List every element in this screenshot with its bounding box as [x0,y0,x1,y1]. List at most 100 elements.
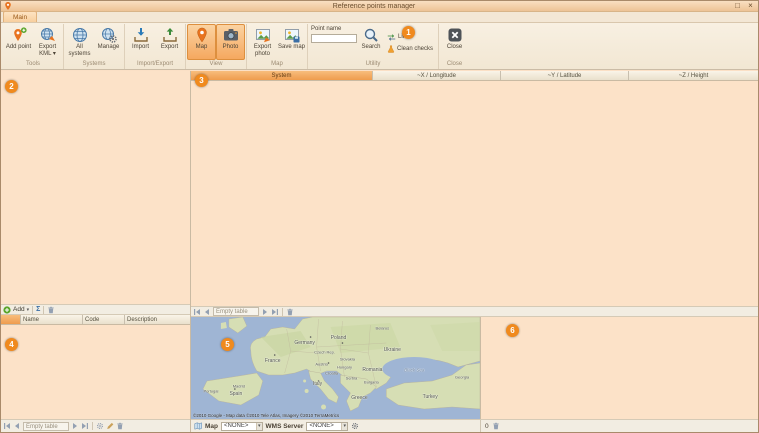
next-page-icon[interactable] [71,422,79,430]
map-view-icon [194,27,210,43]
add-point-button[interactable]: Add point [4,24,33,60]
ribbon-group-tools: Add point Export KML ▾ Tools [3,24,64,69]
header-z-height[interactable]: ~Z / Height [629,71,758,80]
map-view[interactable]: GermanyPolandBelarusUkraineCzech Rep.Slo… [191,317,481,419]
photo-panel[interactable] [481,317,758,419]
points-header-name[interactable]: Name [21,315,83,324]
ribbon-group-tools-label: Tools [4,60,62,69]
combo-arrow-icon: ▾ [341,423,347,430]
first-page-icon[interactable] [3,422,11,430]
ribbon-group-systems: All systems Manage Systems [64,24,125,69]
map-label: Spain [229,391,242,397]
prev-page-icon[interactable] [203,308,211,316]
save-map-label: Save map [278,44,305,51]
settings-icon[interactable] [96,422,104,430]
clean-checks-icon [387,45,395,53]
delete-photo-icon[interactable] [492,422,500,430]
close-window-button[interactable]: × [746,1,755,11]
toolbar-separator [43,306,44,314]
all-systems-label: All systems [66,44,93,57]
wms-select[interactable]: <NONE> ▾ [306,422,348,431]
export-photo-label: Export photo [249,44,276,57]
points-table-header: Name Code Description [1,315,190,325]
map-label: Georgia [455,375,469,380]
point-name-label: Point name [311,26,357,32]
map-labels: GermanyPolandBelarusUkraineCzech Rep.Slo… [191,317,480,419]
ribbon-group-utility-body: Point name Search [309,24,437,60]
add-group-button[interactable]: Add [13,306,25,313]
ribbon-group-tools-body: Add point Export KML ▾ [4,24,62,60]
first-page-icon[interactable] [193,308,201,316]
groups-tree-panel[interactable] [1,71,190,304]
edit-icon[interactable] [106,422,114,430]
manage-systems-label: Manage [98,44,120,51]
wms-select-value: <NONE> [307,423,341,429]
map-icon [194,422,202,430]
ribbon-group-systems-body: All systems Manage [65,24,123,60]
all-systems-button[interactable]: All systems [65,24,94,60]
import-icon [133,27,149,43]
map-select[interactable]: <NONE> ▾ [221,422,263,431]
export-kml-button[interactable]: Export KML ▾ [33,24,62,60]
add-point-label: Add point [6,44,31,51]
map-label: Austria [315,362,327,367]
search-button[interactable]: Search [359,24,383,60]
save-map-icon [284,27,300,43]
header-y-latitude[interactable]: ~Y / Latitude [501,71,629,80]
map-label: Romania [362,367,382,373]
header-system[interactable]: System [191,71,373,80]
export-photo-button[interactable]: Export photo [248,24,277,60]
delete-icon[interactable] [116,422,124,430]
point-name-field-group: Point name [309,24,359,60]
map-label: Ukraine [384,347,401,353]
delete-group-icon[interactable] [47,306,55,314]
points-header-selector[interactable] [1,315,21,324]
export-kml-icon [40,27,56,43]
point-name-input[interactable] [311,34,357,43]
bottom-bar: Map <NONE> ▾ WMS Server <NONE> ▾ [191,419,758,432]
export-button[interactable]: Export [155,24,184,60]
ribbon-group-systems-label: Systems [65,60,123,69]
coordinates-pager-status: Empty table [213,307,259,316]
import-label: Import [132,44,149,51]
map-label: Madrid [233,384,245,389]
manage-systems-icon [101,27,117,43]
clean-checks-button[interactable]: Clean checks [385,43,435,55]
ribbon-group-view: Map Photo View [186,24,247,69]
points-table-body[interactable] [1,325,190,419]
close-button[interactable]: Close [440,24,469,60]
photo-view-label: Photo [223,44,239,51]
map-label: Turkey [423,394,438,400]
tab-main[interactable]: Main [3,11,37,22]
add-icon[interactable] [3,306,11,314]
ribbon-group-close-body: Close [440,24,469,60]
ribbon-group-import-export-label: Import/Export [126,60,184,69]
photo-status-bar: 0 [481,422,504,430]
sum-button[interactable]: Σ [36,305,40,314]
delete-icon[interactable] [286,308,294,316]
restore-button[interactable]: □ [733,1,742,11]
annotation-badge: 3 [195,74,208,87]
header-x-longitude[interactable]: ~X / Longitude [373,71,501,80]
manage-systems-button[interactable]: Manage [94,24,123,60]
points-header-code[interactable]: Code [83,315,125,324]
points-header-description[interactable]: Description [125,315,190,324]
map-label: Slovakia [340,357,355,362]
annotation-badge: 6 [506,324,519,337]
map-settings-icon[interactable] [351,422,359,430]
coordinates-pager: Empty table [191,306,758,317]
last-page-icon[interactable] [81,422,89,430]
map-view-button[interactable]: Map [187,24,216,60]
ribbon-group-import-export-body: Import Export [126,24,184,60]
prev-page-icon[interactable] [13,422,21,430]
map-label: Black Sea [404,368,424,373]
coordinates-table-body[interactable] [191,81,758,306]
save-map-button[interactable]: Save map [277,24,306,60]
photo-view-button[interactable]: Photo [216,24,245,60]
import-button[interactable]: Import [126,24,155,60]
add-dropdown-arrow-icon[interactable]: ▾ [27,307,30,313]
next-page-icon[interactable] [261,308,269,316]
photo-count: 0 [485,423,489,430]
last-page-icon[interactable] [271,308,279,316]
map-label: Poland [331,335,347,341]
